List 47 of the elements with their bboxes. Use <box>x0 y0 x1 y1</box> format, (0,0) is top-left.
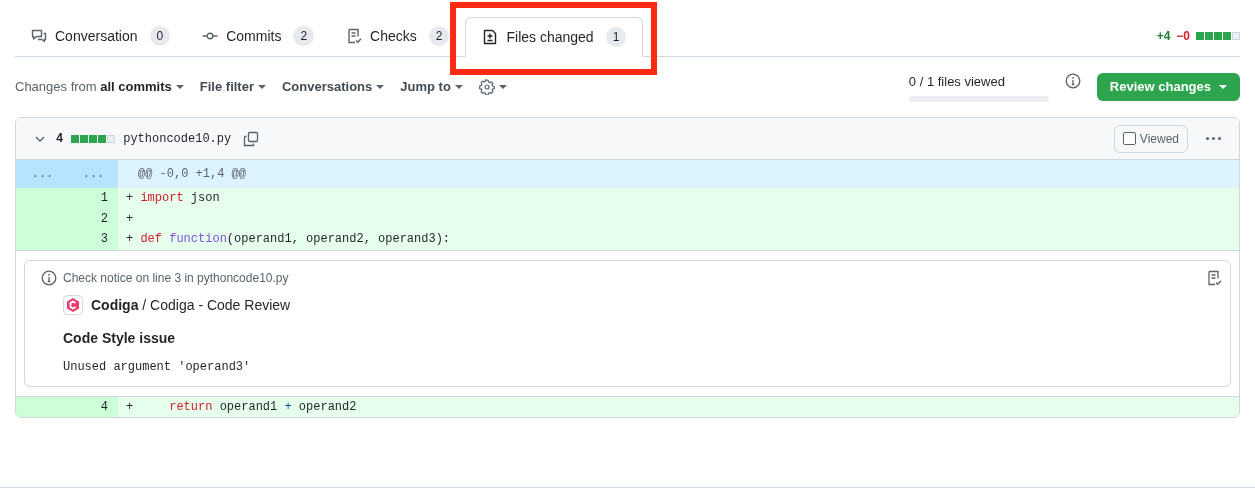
settings-menu[interactable] <box>478 79 507 95</box>
line-number-cell: 3 <box>69 229 118 250</box>
speech-bubbles-icon <box>31 28 47 44</box>
tab[interactable]: Files changed 1 <box>465 17 644 57</box>
filter-menu[interactable]: Conversations <box>282 77 385 97</box>
info-icon <box>41 269 57 286</box>
info-icon[interactable] <box>1064 73 1081 90</box>
caret-icon <box>376 85 385 89</box>
more-options-icon[interactable] <box>1206 137 1221 140</box>
tab[interactable]: Commits 2 <box>186 16 331 56</box>
caret-icon <box>258 85 266 89</box>
annotation-title: Check notice on line 3 in pythoncode10.py <box>63 269 289 287</box>
tab[interactable]: Checks 2 <box>330 16 466 56</box>
line-number-cell <box>16 396 69 417</box>
line-number-cell: 1 <box>69 188 118 209</box>
file-diff-icon <box>482 29 499 45</box>
count-badge: 2 <box>428 26 450 46</box>
caret-icon <box>454 85 463 89</box>
filter-menu[interactable]: Jump to <box>400 77 463 97</box>
app-logo-icon <box>63 295 83 315</box>
line-number-cell: ... <box>16 160 69 188</box>
caret-icon <box>1219 85 1227 89</box>
files-viewed-label: 0 / 1 files viewed <box>908 73 1006 92</box>
check-run-name: Codiga / Codiga - Code Review <box>91 295 291 315</box>
deletions-count: −0 <box>1176 28 1190 45</box>
annotation-message: Unused argument 'operand3' <box>62 358 252 376</box>
count-badge: 2 <box>293 26 315 46</box>
viewed-toggle[interactable]: Viewed <box>1113 124 1188 153</box>
annotation-heading: Code Style issue <box>62 328 177 348</box>
count-badge: 1 <box>605 27 627 47</box>
settings-icon <box>478 79 495 95</box>
line-number-cell: 2 <box>69 208 118 229</box>
filter-menu[interactable]: File filter <box>199 77 266 97</box>
caret-icon <box>175 85 184 89</box>
copy-icon[interactable] <box>243 130 260 147</box>
count-badge: 0 <box>149 26 171 46</box>
additions-count: +4 <box>1156 28 1171 45</box>
tab[interactable]: Conversation 0 <box>15 16 187 56</box>
checklist-icon <box>346 28 363 44</box>
feedback-icon[interactable] <box>1206 269 1222 286</box>
viewed-checkbox[interactable] <box>1122 132 1136 145</box>
file-name-link[interactable]: pythoncode10.py <box>123 129 232 148</box>
change-count: 4 <box>56 130 64 148</box>
line-number-cell: 4 <box>69 396 118 417</box>
line-number-cell: ... <box>69 160 118 188</box>
hunk-header: @@ -0,0 +1,4 @@ <box>118 160 1239 188</box>
caret-icon <box>498 85 507 89</box>
